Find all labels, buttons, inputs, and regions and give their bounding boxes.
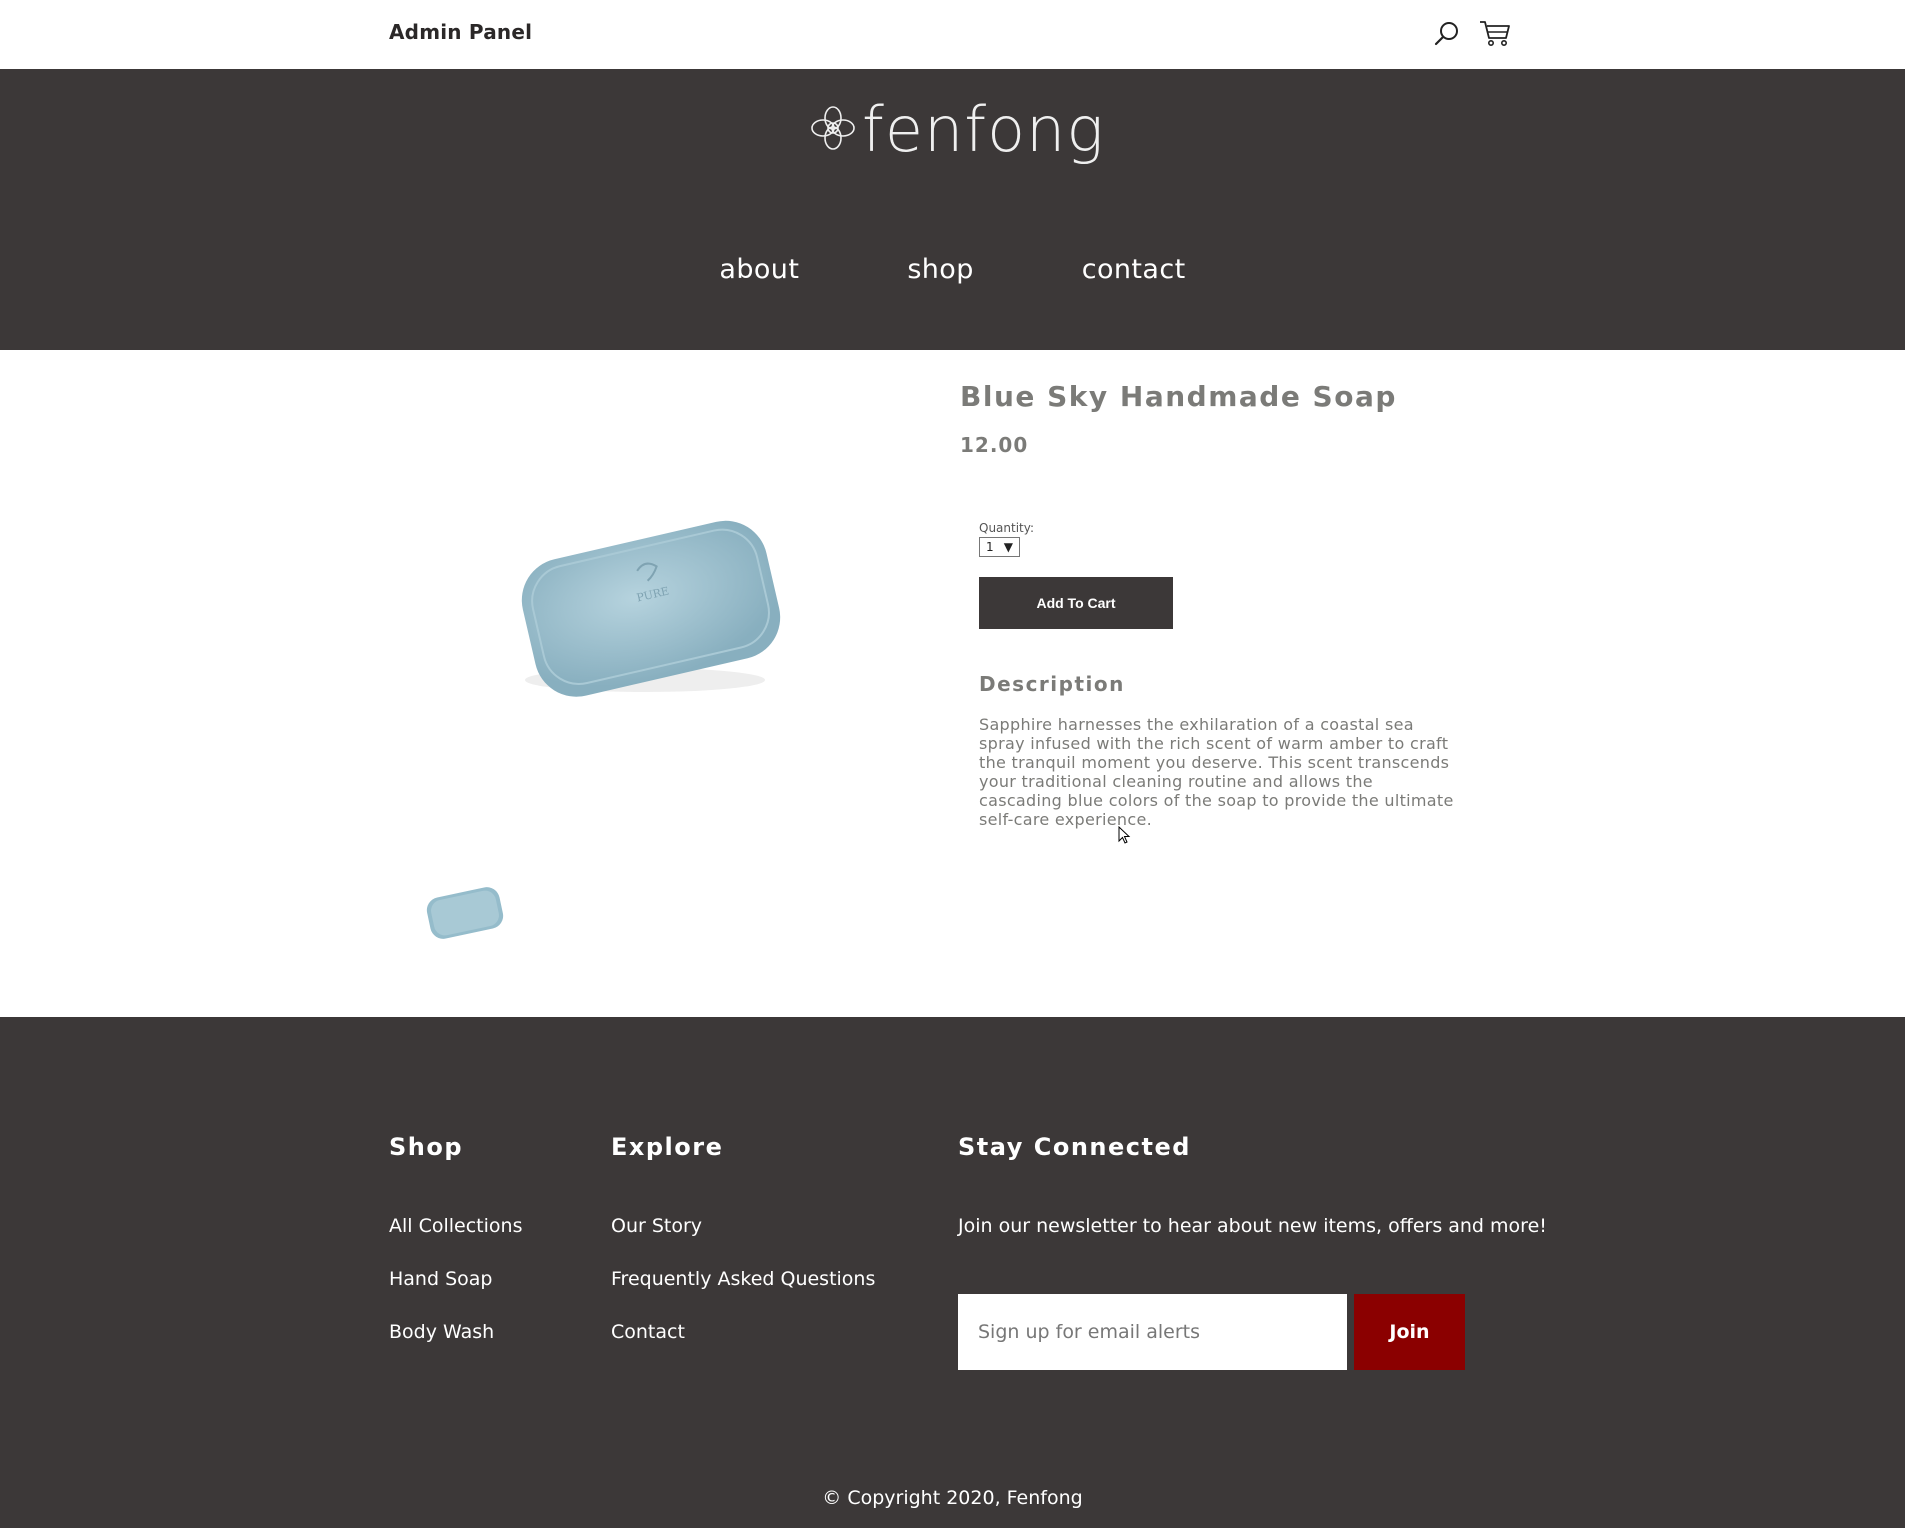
product-section: PURE Blue Sky Handmade Soap 12.00 Quanti… [0,350,1905,1017]
footer-connect-title: Stay Connected [958,1133,1191,1161]
site-footer: Shop All Collections Hand Soap Body Wash… [0,1017,1905,1528]
join-button[interactable]: Join [1354,1294,1465,1370]
product-main-image: PURE [495,490,795,720]
search-icon[interactable] [1430,16,1464,50]
main-nav: about shop contact [0,254,1905,285]
add-to-cart-button[interactable]: Add To Cart [979,577,1173,629]
nav-shop[interactable]: shop [907,254,973,285]
site-header: fenfong about shop contact [0,69,1905,350]
product-thumbnail[interactable] [420,878,510,948]
quantity-select[interactable]: 1 ▼ [979,537,1020,557]
cart-icon[interactable] [1478,16,1512,50]
logo-text: fenfong [862,93,1105,166]
description-body: Sapphire harnesses the exhilaration of a… [979,715,1454,829]
product-title: Blue Sky Handmade Soap [960,380,1397,413]
newsletter-text: Join our newsletter to hear about new it… [958,1215,1547,1237]
admin-panel-link[interactable]: Admin Panel [389,20,532,44]
copyright-text: © Copyright 2020, Fenfong [822,1487,1083,1509]
footer-link-all-collections[interactable]: All Collections [389,1215,522,1237]
footer-link-our-story[interactable]: Our Story [611,1215,702,1237]
footer-explore-column: Explore Our Story Frequently Asked Quest… [611,1133,875,1374]
dropdown-arrow-icon: ▼ [1003,540,1013,554]
logo[interactable]: fenfong [808,99,1105,161]
product-price: 12.00 [960,433,1029,457]
footer-link-body-wash[interactable]: Body Wash [389,1321,494,1343]
flower-logo-icon [808,103,858,157]
nav-about[interactable]: about [719,254,799,285]
email-signup-input[interactable] [958,1294,1347,1370]
footer-link-contact[interactable]: Contact [611,1321,685,1343]
footer-connect-column: Stay Connected Join our newsletter to he… [958,1133,1558,1370]
footer-explore-title: Explore [611,1133,724,1161]
footer-link-faq[interactable]: Frequently Asked Questions [611,1268,875,1290]
top-bar: Admin Panel [0,0,1905,69]
nav-contact[interactable]: contact [1082,254,1186,285]
quantity-value: 1 [986,540,994,554]
footer-shop-column: Shop All Collections Hand Soap Body Wash [389,1133,522,1374]
top-icons [1430,16,1512,50]
product-info: Blue Sky Handmade Soap 12.00 Quantity: 1… [960,380,1460,829]
footer-link-hand-soap[interactable]: Hand Soap [389,1268,492,1290]
description-title: Description [979,672,1125,696]
mouse-cursor-icon [1118,825,1132,846]
footer-shop-title: Shop [389,1133,464,1161]
quantity-label: Quantity: [979,521,1035,535]
